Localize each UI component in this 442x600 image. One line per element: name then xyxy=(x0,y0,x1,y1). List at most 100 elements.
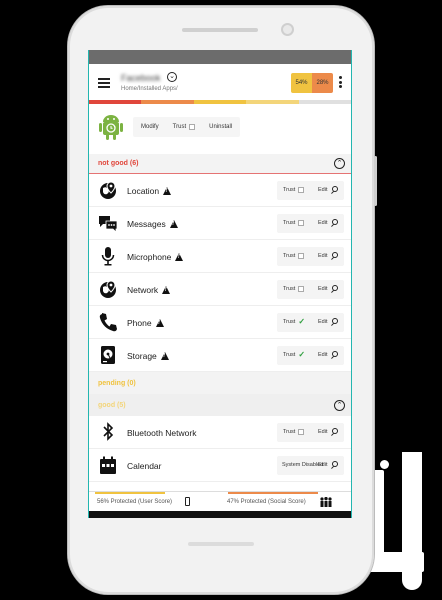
score-badges: 54% 28% xyxy=(291,73,333,93)
warning-icon xyxy=(160,352,169,360)
phone-screen: Facebook ⌄ Home/Installed Apps/ 54% 28% xyxy=(88,50,352,518)
permission-row-bluetooth[interactable]: Bluetooth Network Trust Edit xyxy=(89,416,351,449)
social-score-bar xyxy=(228,492,318,494)
warning-icon xyxy=(175,253,184,261)
permission-controls: Trust Edit xyxy=(277,214,344,233)
check-icon[interactable]: ✓ xyxy=(298,318,305,326)
app-title: Facebook xyxy=(121,73,161,83)
trust-toggle[interactable]: Trust xyxy=(283,253,305,259)
trust-checkbox[interactable] xyxy=(298,429,305,435)
check-icon[interactable]: ✓ xyxy=(298,351,305,359)
breadcrumb: Home/Installed Apps/ xyxy=(121,86,178,92)
app-info-panel: Modify Trust Uninstall xyxy=(89,104,351,154)
permission-controls: Trust ✓ Edit xyxy=(277,346,344,365)
front-camera xyxy=(281,23,294,36)
user-score-text: 56% Protected (User Score) xyxy=(97,499,173,505)
user-score-bar xyxy=(95,492,165,494)
status-bar xyxy=(89,50,351,64)
permission-label: Calendar xyxy=(127,461,162,471)
search-icon[interactable] xyxy=(332,318,338,324)
permission-label: Messages xyxy=(127,219,166,229)
location-globe-icon xyxy=(100,181,116,199)
not-good-permission-list: Location Trust Edit Messages Trust Edit xyxy=(89,174,351,372)
permission-label: Microphone xyxy=(127,252,172,262)
edit-button[interactable]: Edit xyxy=(318,352,327,358)
score-footer: 56% Protected (User Score) 47% Protected… xyxy=(89,491,351,511)
section-title: not good (6) xyxy=(98,160,139,167)
uninstall-button[interactable]: Uninstall xyxy=(209,124,232,130)
chevron-down-icon[interactable]: ⌄ xyxy=(167,72,177,82)
permission-controls: Trust Edit xyxy=(277,181,344,200)
section-title: pending (0) xyxy=(98,380,136,387)
edit-button[interactable]: Edit xyxy=(318,429,327,435)
search-icon[interactable] xyxy=(332,252,338,258)
search-icon[interactable] xyxy=(332,219,338,225)
trust-toggle[interactable]: Trust xyxy=(283,220,305,226)
permission-label: Bluetooth Network xyxy=(127,428,197,438)
android-app-icon xyxy=(99,115,123,140)
trust-app-toggle[interactable]: Trust xyxy=(173,124,196,130)
search-icon[interactable] xyxy=(332,461,338,467)
permission-row-microphone[interactable]: Microphone Trust Edit xyxy=(89,240,351,273)
side-button xyxy=(374,156,377,206)
permission-controls: System Disabled Edit xyxy=(277,456,344,475)
trust-checkbox[interactable] xyxy=(298,286,305,292)
permission-controls: Trust ✓ Edit xyxy=(277,313,344,332)
social-score-badge: 28% xyxy=(312,73,333,93)
permission-row-calendar[interactable]: Calendar System Disabled Edit xyxy=(89,449,351,482)
chevron-up-icon[interactable]: ⌃ xyxy=(334,158,345,169)
warning-icon xyxy=(169,220,178,228)
edit-button[interactable]: Edit xyxy=(318,187,327,193)
permission-row-phone[interactable]: Phone Trust✓ Edit xyxy=(89,306,351,339)
permission-row-location[interactable]: Location Trust Edit xyxy=(89,174,351,207)
edit-button[interactable]: Edit xyxy=(318,286,327,292)
edit-button[interactable]: Edit xyxy=(318,220,327,226)
warning-icon xyxy=(155,319,164,327)
good-permission-list: Bluetooth Network Trust Edit Calendar Sy… xyxy=(89,416,351,482)
network-globe-icon xyxy=(100,280,116,298)
chevron-up-icon[interactable]: ⌃ xyxy=(334,400,345,411)
section-title: good (5) xyxy=(98,402,126,409)
trust-toggle[interactable]: Trust xyxy=(283,429,305,435)
section-good[interactable]: good (5) ⌃ xyxy=(89,394,351,416)
permission-controls: Trust Edit xyxy=(277,423,344,442)
trust-toggle[interactable]: Trust ✓ xyxy=(283,318,305,326)
people-icon xyxy=(320,497,332,507)
store-screenshot: Facebook ⌄ Home/Installed Apps/ 54% 28% xyxy=(0,0,442,600)
permission-row-network[interactable]: Network Trust Edit xyxy=(89,273,351,306)
smartphone-icon xyxy=(185,497,190,506)
user-score-badge: 54% xyxy=(291,73,312,93)
permission-row-storage[interactable]: Storage Trust✓ Edit xyxy=(89,339,351,372)
modify-button[interactable]: Modify xyxy=(141,124,159,130)
hamburger-menu-icon[interactable] xyxy=(98,78,110,88)
permission-label: Phone xyxy=(127,318,152,328)
trust-toggle[interactable]: Trust ✓ xyxy=(283,351,305,359)
section-pending[interactable]: pending (0) xyxy=(89,372,351,394)
section-not-good[interactable]: not good (6) ⌃ xyxy=(89,154,351,173)
trust-toggle[interactable]: Trust xyxy=(283,286,305,292)
search-icon[interactable] xyxy=(332,285,338,291)
search-icon[interactable] xyxy=(332,428,338,434)
speaker-grille xyxy=(182,28,258,32)
warning-icon xyxy=(162,286,171,294)
microphone-icon xyxy=(101,247,115,266)
app-actions: Modify Trust Uninstall xyxy=(133,117,241,137)
edit-button[interactable]: Edit xyxy=(318,253,327,259)
trust-checkbox[interactable] xyxy=(298,253,305,259)
permission-row-messages[interactable]: Messages Trust Edit xyxy=(89,207,351,240)
calendar-icon xyxy=(100,456,116,474)
trust-app-checkbox[interactable] xyxy=(189,124,196,130)
trust-checkbox[interactable] xyxy=(298,220,305,226)
home-indicator xyxy=(188,542,254,546)
edit-button[interactable]: Edit xyxy=(318,319,327,325)
permission-label: Network xyxy=(127,285,159,295)
more-options-icon[interactable] xyxy=(339,76,342,90)
warning-icon xyxy=(163,187,172,195)
search-icon[interactable] xyxy=(332,186,338,192)
storage-icon xyxy=(101,346,115,364)
trust-checkbox[interactable] xyxy=(298,187,305,193)
edit-button[interactable]: Edit xyxy=(318,462,327,468)
trust-toggle[interactable]: Trust xyxy=(283,187,305,193)
search-icon[interactable] xyxy=(332,351,338,357)
permission-controls: Trust Edit xyxy=(277,247,344,266)
